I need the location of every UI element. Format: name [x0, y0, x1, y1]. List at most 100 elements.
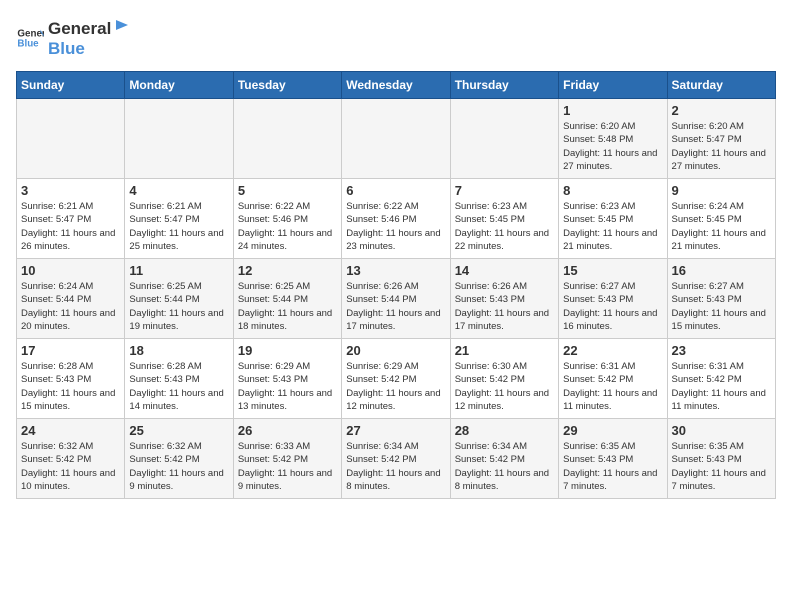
calendar-cell: 16 Sunrise: 6:27 AM Sunset: 5:43 PM Dayli…	[667, 259, 775, 339]
calendar-cell: 12Sunrise: 6:25 AM Sunset: 5:44 PM Dayli…	[233, 259, 341, 339]
calendar-cell: 9 Sunrise: 6:24 AM Sunset: 5:45 PM Daylig…	[667, 179, 775, 259]
calendar-cell: 18 Sunrise: 6:28 AM Sunset: 5:43 PM Dayli…	[125, 339, 233, 419]
day-number: 29	[563, 423, 662, 438]
day-number: 15	[563, 263, 662, 278]
calendar-cell: 28 Sunrise: 6:34 AM Sunset: 5:42 PM Dayli…	[450, 419, 558, 499]
weekday-header-friday: Friday	[559, 72, 667, 99]
day-number: 13	[346, 263, 445, 278]
calendar-cell: 13 Sunrise: 6:26 AM Sunset: 5:44 PM Dayli…	[342, 259, 450, 339]
day-info: Sunrise: 6:34 AM Sunset: 5:42 PM Dayligh…	[346, 440, 445, 493]
day-info: Sunrise: 6:20 AM Sunset: 5:47 PM Dayligh…	[672, 120, 771, 173]
calendar-cell: 21 Sunrise: 6:30 AM Sunset: 5:42 PM Dayli…	[450, 339, 558, 419]
calendar-cell	[17, 99, 125, 179]
logo-icon: General Blue	[16, 24, 44, 52]
day-number: 17	[21, 343, 120, 358]
calendar-cell: 10Sunrise: 6:24 AM Sunset: 5:44 PM Dayli…	[17, 259, 125, 339]
logo-general-text: General	[48, 19, 111, 39]
day-info: Sunrise: 6:35 AM Sunset: 5:43 PM Dayligh…	[672, 440, 771, 493]
day-number: 23	[672, 343, 771, 358]
day-info: Sunrise: 6:25 AM Sunset: 5:44 PM Dayligh…	[129, 280, 228, 333]
day-number: 21	[455, 343, 554, 358]
page-header: General Blue General Blue	[16, 16, 776, 59]
day-number: 4	[129, 183, 228, 198]
day-number: 11	[129, 263, 228, 278]
day-number: 18	[129, 343, 228, 358]
day-number: 19	[238, 343, 337, 358]
calendar-cell	[233, 99, 341, 179]
weekday-header-tuesday: Tuesday	[233, 72, 341, 99]
day-info: Sunrise: 6:35 AM Sunset: 5:43 PM Dayligh…	[563, 440, 662, 493]
calendar-cell: 4 Sunrise: 6:21 AM Sunset: 5:47 PM Daylig…	[125, 179, 233, 259]
day-info: Sunrise: 6:20 AM Sunset: 5:48 PM Dayligh…	[563, 120, 662, 173]
day-number: 28	[455, 423, 554, 438]
calendar-cell: 5Sunrise: 6:22 AM Sunset: 5:46 PM Daylig…	[233, 179, 341, 259]
day-info: Sunrise: 6:31 AM Sunset: 5:42 PM Dayligh…	[672, 360, 771, 413]
day-info: Sunrise: 6:27 AM Sunset: 5:43 PM Dayligh…	[672, 280, 771, 333]
day-number: 27	[346, 423, 445, 438]
day-info: Sunrise: 6:26 AM Sunset: 5:44 PM Dayligh…	[346, 280, 445, 333]
weekday-header-row: SundayMondayTuesdayWednesdayThursdayFrid…	[17, 72, 776, 99]
day-info: Sunrise: 6:21 AM Sunset: 5:47 PM Dayligh…	[21, 200, 120, 253]
calendar-cell: 6 Sunrise: 6:22 AM Sunset: 5:46 PM Daylig…	[342, 179, 450, 259]
day-info: Sunrise: 6:24 AM Sunset: 5:45 PM Dayligh…	[672, 200, 771, 253]
day-number: 3	[21, 183, 120, 198]
day-info: Sunrise: 6:21 AM Sunset: 5:47 PM Dayligh…	[129, 200, 228, 253]
calendar-cell	[450, 99, 558, 179]
day-number: 12	[238, 263, 337, 278]
weekday-header-saturday: Saturday	[667, 72, 775, 99]
day-number: 8	[563, 183, 662, 198]
calendar-cell: 2 Sunrise: 6:20 AM Sunset: 5:47 PM Daylig…	[667, 99, 775, 179]
calendar-cell	[125, 99, 233, 179]
calendar-week-row: 10Sunrise: 6:24 AM Sunset: 5:44 PM Dayli…	[17, 259, 776, 339]
calendar-cell: 27 Sunrise: 6:34 AM Sunset: 5:42 PM Dayli…	[342, 419, 450, 499]
day-number: 30	[672, 423, 771, 438]
day-number: 24	[21, 423, 120, 438]
day-number: 16	[672, 263, 771, 278]
logo-blue-text: Blue	[48, 39, 85, 58]
day-info: Sunrise: 6:33 AM Sunset: 5:42 PM Dayligh…	[238, 440, 337, 493]
calendar-week-row: 3 Sunrise: 6:21 AM Sunset: 5:47 PM Daylig…	[17, 179, 776, 259]
calendar-cell: 23 Sunrise: 6:31 AM Sunset: 5:42 PM Dayli…	[667, 339, 775, 419]
day-info: Sunrise: 6:23 AM Sunset: 5:45 PM Dayligh…	[563, 200, 662, 253]
logo-triangle-icon	[112, 16, 130, 34]
day-info: Sunrise: 6:34 AM Sunset: 5:42 PM Dayligh…	[455, 440, 554, 493]
day-number: 2	[672, 103, 771, 118]
calendar-table: SundayMondayTuesdayWednesdayThursdayFrid…	[16, 71, 776, 499]
day-info: Sunrise: 6:24 AM Sunset: 5:44 PM Dayligh…	[21, 280, 120, 333]
day-number: 25	[129, 423, 228, 438]
calendar-cell: 20 Sunrise: 6:29 AM Sunset: 5:42 PM Dayli…	[342, 339, 450, 419]
calendar-cell: 14Sunrise: 6:26 AM Sunset: 5:43 PM Dayli…	[450, 259, 558, 339]
day-info: Sunrise: 6:31 AM Sunset: 5:42 PM Dayligh…	[563, 360, 662, 413]
day-number: 22	[563, 343, 662, 358]
day-info: Sunrise: 6:29 AM Sunset: 5:42 PM Dayligh…	[346, 360, 445, 413]
day-number: 6	[346, 183, 445, 198]
calendar-cell: 29 Sunrise: 6:35 AM Sunset: 5:43 PM Dayli…	[559, 419, 667, 499]
calendar-cell: 15Sunrise: 6:27 AM Sunset: 5:43 PM Dayli…	[559, 259, 667, 339]
logo: General Blue General Blue	[16, 16, 131, 59]
day-number: 1	[563, 103, 662, 118]
weekday-header-thursday: Thursday	[450, 72, 558, 99]
svg-text:Blue: Blue	[17, 38, 39, 49]
calendar-cell: 11 Sunrise: 6:25 AM Sunset: 5:44 PM Dayli…	[125, 259, 233, 339]
calendar-cell: 17Sunrise: 6:28 AM Sunset: 5:43 PM Dayli…	[17, 339, 125, 419]
weekday-header-monday: Monday	[125, 72, 233, 99]
calendar-cell: 24 Sunrise: 6:32 AM Sunset: 5:42 PM Dayli…	[17, 419, 125, 499]
calendar-cell: 1 Sunrise: 6:20 AM Sunset: 5:48 PM Daylig…	[559, 99, 667, 179]
day-info: Sunrise: 6:28 AM Sunset: 5:43 PM Dayligh…	[129, 360, 228, 413]
day-number: 9	[672, 183, 771, 198]
day-number: 7	[455, 183, 554, 198]
day-info: Sunrise: 6:30 AM Sunset: 5:42 PM Dayligh…	[455, 360, 554, 413]
weekday-header-wednesday: Wednesday	[342, 72, 450, 99]
day-number: 20	[346, 343, 445, 358]
day-info: Sunrise: 6:22 AM Sunset: 5:46 PM Dayligh…	[346, 200, 445, 253]
calendar-cell: 19Sunrise: 6:29 AM Sunset: 5:43 PM Dayli…	[233, 339, 341, 419]
day-number: 5	[238, 183, 337, 198]
calendar-cell: 22 Sunrise: 6:31 AM Sunset: 5:42 PM Dayli…	[559, 339, 667, 419]
weekday-header-sunday: Sunday	[17, 72, 125, 99]
day-info: Sunrise: 6:32 AM Sunset: 5:42 PM Dayligh…	[21, 440, 120, 493]
calendar-cell: 26Sunrise: 6:33 AM Sunset: 5:42 PM Dayli…	[233, 419, 341, 499]
calendar-week-row: 24 Sunrise: 6:32 AM Sunset: 5:42 PM Dayli…	[17, 419, 776, 499]
calendar-cell: 3 Sunrise: 6:21 AM Sunset: 5:47 PM Daylig…	[17, 179, 125, 259]
calendar-cell	[342, 99, 450, 179]
calendar-week-row: 17 Sunrise: 6:28 AM Sunset: 5:43 PM Dayli…	[17, 339, 776, 419]
